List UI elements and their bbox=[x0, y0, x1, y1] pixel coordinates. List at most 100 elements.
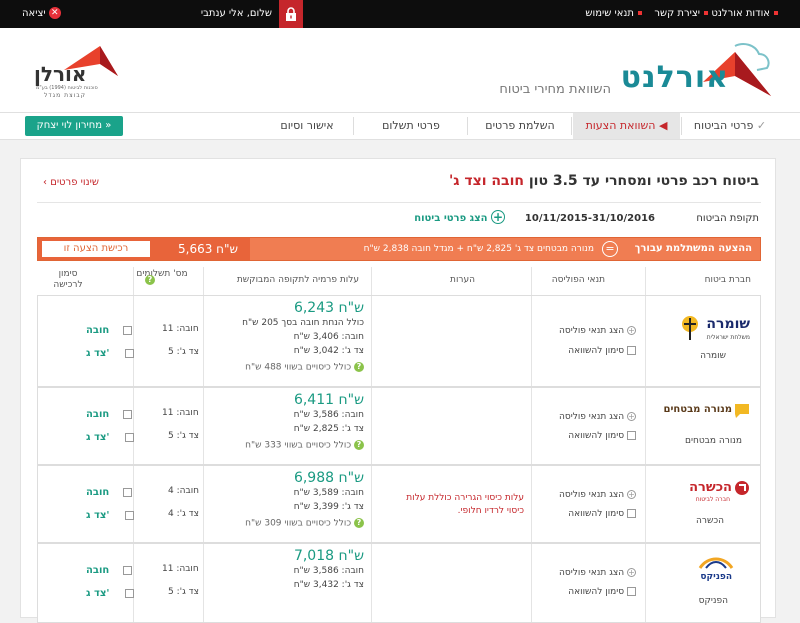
checkbox[interactable] bbox=[124, 588, 134, 598]
divider bbox=[133, 296, 134, 386]
logout-button[interactable]: יציאה ✕ bbox=[22, 0, 61, 28]
coverage-link[interactable]: כולל כיסויים בשווי 333 ש"ח ? bbox=[245, 440, 364, 451]
back-price-button[interactable]: מחירון לוי יצחק » bbox=[25, 116, 123, 136]
bullet-icon bbox=[774, 11, 778, 15]
show-policy-link[interactable]: הצג תנאי פוליסה + bbox=[559, 568, 636, 578]
select-third-party[interactable]: צד ג' bbox=[86, 586, 134, 599]
divider bbox=[531, 544, 532, 622]
show-policy-link[interactable]: הצג תנאי פוליסה + bbox=[559, 490, 636, 500]
select-third-party[interactable]: צד ג' bbox=[86, 430, 134, 443]
row-note: עלות כיסוי הגרירה כוללת עלות כיסוי לרדיו… bbox=[406, 493, 524, 516]
company-name: הכשרה bbox=[696, 516, 724, 526]
divider bbox=[133, 544, 134, 622]
top-bar: אודות אורלנט יצירת קשר תנאי שימוש שלום, … bbox=[0, 0, 800, 28]
step-details[interactable]: פרטי הביטוח ✓ bbox=[684, 113, 776, 139]
divider bbox=[645, 388, 646, 464]
company-logo: הפניקס bbox=[682, 556, 750, 588]
checkbox[interactable] bbox=[122, 487, 132, 497]
about-link[interactable]: אודות אורלנט bbox=[711, 0, 778, 28]
checkbox[interactable] bbox=[627, 587, 636, 596]
payments-third: צד ג': 5 bbox=[168, 347, 199, 357]
checkmark-icon: ✓ bbox=[756, 119, 767, 132]
divider bbox=[37, 202, 761, 203]
col-notes: הערות bbox=[450, 275, 475, 285]
mandatory-price: חובה: 3,589 ש"ח bbox=[293, 488, 364, 498]
checkbox[interactable] bbox=[627, 509, 636, 518]
help-icon: ? bbox=[354, 440, 364, 450]
show-details-link[interactable]: הצג פרטי ביטוח + bbox=[414, 210, 505, 224]
brand-logo[interactable]: אורלנט השוואת מחירי ביטוח bbox=[490, 42, 775, 102]
partner-sub2: קבוצת מגדל bbox=[44, 92, 87, 99]
contact-link[interactable]: יצירת קשר bbox=[654, 0, 708, 28]
mandatory-price: חובה: 3,586 ש"ח bbox=[293, 566, 364, 576]
checkbox[interactable] bbox=[122, 325, 132, 335]
logo-text: הפניקס bbox=[700, 572, 732, 582]
payments-mandatory: חובה: 11 bbox=[162, 324, 199, 334]
show-policy-link[interactable]: הצג תנאי פוליסה + bbox=[559, 412, 636, 422]
table-row: מנורה מבטחים מנורה מבטחים הצג תנאי פוליס… bbox=[37, 387, 761, 465]
payments-mandatory: חובה: 4 bbox=[168, 486, 200, 496]
compare-checkbox[interactable]: סימון להשוואה bbox=[568, 346, 636, 356]
select-mandatory[interactable]: חובה bbox=[86, 563, 132, 576]
divider bbox=[133, 388, 134, 464]
divider bbox=[133, 267, 134, 295]
select-mandatory[interactable]: חובה bbox=[86, 485, 132, 498]
page-title: ביטוח רכב פרטי ומסחרי עד 3.5 טון חובה וצ… bbox=[448, 173, 759, 189]
period-label: תקופת הביטוח bbox=[696, 213, 759, 224]
mandatory-price: חובה: 3,406 ש"ח bbox=[293, 332, 364, 342]
banner-label: ההצעה המשתלמת עבורך bbox=[634, 243, 752, 254]
company-logo: שומרה משלחת ישראלית bbox=[682, 312, 750, 344]
total-price: 6,411 ש"ח bbox=[293, 392, 364, 408]
checkbox[interactable] bbox=[627, 346, 636, 355]
checkbox[interactable] bbox=[124, 348, 134, 358]
col-company: חברת ביטוח bbox=[704, 275, 751, 285]
bullet-icon bbox=[638, 11, 642, 15]
compare-checkbox[interactable]: סימון להשוואה bbox=[568, 587, 636, 597]
select-mandatory[interactable]: חובה bbox=[86, 407, 132, 420]
step-compare[interactable]: השוואת הצעות ◀ bbox=[573, 113, 680, 139]
third-party-price: צד ג': 3,042 ש"ח bbox=[293, 346, 364, 356]
help-icon[interactable]: ? bbox=[145, 273, 155, 286]
divider bbox=[531, 267, 532, 295]
step-complete[interactable]: השלמת פרטים bbox=[470, 113, 570, 139]
divider bbox=[203, 267, 204, 295]
select-third-party[interactable]: צד ג' bbox=[86, 346, 134, 359]
coverage-link[interactable]: כולל כיסויים בשווי 488 ש"ח ? bbox=[245, 362, 364, 373]
checkbox[interactable] bbox=[627, 431, 636, 440]
select-mandatory[interactable]: חובה bbox=[86, 323, 132, 336]
compare-checkbox[interactable]: סימון להשוואה bbox=[568, 431, 636, 441]
step-confirm[interactable]: אישור וסיום bbox=[262, 113, 352, 139]
shomera-logo-icon bbox=[682, 316, 698, 340]
checkbox[interactable] bbox=[122, 565, 132, 575]
checkbox[interactable] bbox=[122, 409, 132, 419]
plus-icon: + bbox=[627, 412, 636, 421]
select-third-party[interactable]: צד ג' bbox=[86, 508, 134, 521]
divider bbox=[645, 466, 646, 542]
divider bbox=[681, 117, 682, 135]
terms-link[interactable]: תנאי שימוש bbox=[585, 0, 642, 28]
compare-checkbox[interactable]: סימון להשוואה bbox=[568, 509, 636, 519]
lock-icon bbox=[279, 0, 303, 28]
col-payments: מס' תשלומים bbox=[136, 269, 188, 279]
chevron-left-icon: ‹ bbox=[43, 177, 47, 188]
brand-tagline: השוואת מחירי ביטוח bbox=[499, 82, 611, 97]
checkbox[interactable] bbox=[124, 432, 134, 442]
divider bbox=[371, 296, 372, 386]
bullet-icon bbox=[704, 11, 708, 15]
brand-name: אורלנט bbox=[620, 60, 729, 95]
third-party-price: צד ג': 2,825 ש"ח bbox=[293, 424, 364, 434]
plus-circle-icon: + bbox=[491, 210, 505, 224]
buy-offer-button[interactable]: רכישת הצעה זו bbox=[42, 241, 150, 257]
divider bbox=[371, 267, 372, 295]
coverage-link[interactable]: כולל כיסויים בשווי 309 ש"ח ? bbox=[245, 518, 364, 529]
divider bbox=[353, 117, 354, 135]
divider bbox=[531, 296, 532, 386]
partner-sub1: סוכנות לביטוח (1994) בע"מ bbox=[36, 85, 98, 91]
third-party-price: צד ג': 3,399 ש"ח bbox=[293, 502, 364, 512]
checkbox[interactable] bbox=[124, 510, 134, 520]
show-policy-link[interactable]: הצג תנאי פוליסה + bbox=[559, 326, 636, 336]
phoenix-logo-icon bbox=[698, 557, 734, 569]
payments-third: צד ג': 4 bbox=[168, 509, 199, 519]
change-details-link[interactable]: ‹ שינוי פרטים bbox=[43, 177, 99, 188]
step-payment[interactable]: פרטי תשלום bbox=[356, 113, 466, 139]
